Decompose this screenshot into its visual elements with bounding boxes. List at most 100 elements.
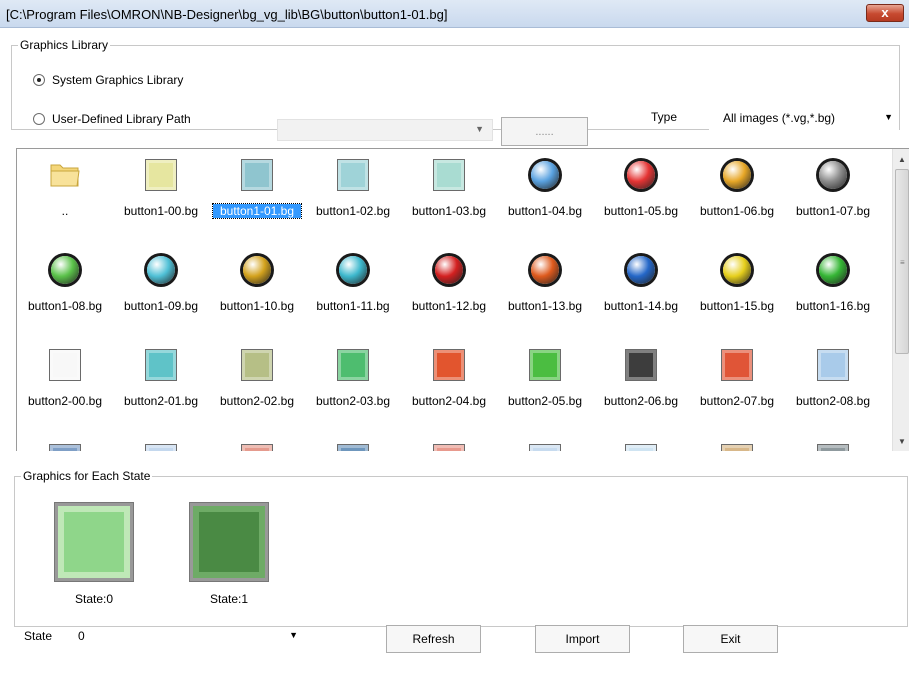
square-button-thumbnail [241,349,273,381]
round-button-thumbnail [531,161,559,189]
file-item[interactable]: button2-05.bg [497,339,593,434]
file-item[interactable]: button2-04.bg [401,339,497,434]
file-item[interactable]: button1-04.bg [497,149,593,244]
square-button-thumbnail [625,444,657,451]
file-item[interactable]: button1-14.bg [593,244,689,339]
library-path-select[interactable]: ▼ [277,119,493,141]
state-0-preview[interactable] [54,502,134,582]
file-label: button1-04.bg [507,204,583,218]
square-button-thumbnail [817,349,849,381]
browse-button[interactable]: ...... [501,117,588,146]
round-button-thumbnail [243,256,271,284]
chevron-down-icon: ▼ [475,124,484,134]
square-button-thumbnail [433,159,465,191]
square-button-thumbnail [145,444,177,451]
round-button-thumbnail [627,161,655,189]
system-library-option[interactable]: System Graphics Library [33,73,183,87]
square-button-thumbnail [433,349,465,381]
file-item[interactable]: button2-02.bg [209,339,305,434]
scrollbar-grip-icon: ≡ [900,258,905,267]
file-item[interactable] [785,434,881,451]
round-button-thumbnail [819,256,847,284]
file-item[interactable]: button1-01.bg [209,149,305,244]
refresh-button[interactable]: Refresh [386,625,481,653]
file-item[interactable] [305,434,401,451]
file-item[interactable]: button1-13.bg [497,244,593,339]
state-1-item[interactable]: State:1 [189,502,285,612]
file-item[interactable] [593,434,689,451]
file-label: button1-14.bg [603,299,679,313]
vertical-scrollbar[interactable]: ▲ ≡ ▼ [892,149,909,451]
file-item[interactable]: button1-08.bg [17,244,113,339]
state-graphics-group: Graphics for Each State State:0 State:1 [14,469,908,627]
system-library-label: System Graphics Library [52,73,184,87]
graphics-library-group: Graphics Library System Graphics Library… [11,38,900,146]
file-label: button1-16.bg [795,299,871,313]
file-label: button1-11.bg [316,299,390,313]
dialog-body: Graphics Library System Graphics Library… [0,28,909,700]
square-button-thumbnail [241,444,273,451]
state-1-preview[interactable] [189,502,269,582]
file-item[interactable]: button1-15.bg [689,244,785,339]
exit-button[interactable]: Exit [683,625,778,653]
scroll-up-arrow-icon[interactable]: ▲ [898,155,906,164]
square-button-thumbnail [241,159,273,191]
parent-folder-item[interactable]: .. [17,149,113,244]
file-item[interactable]: button1-12.bg [401,244,497,339]
state-value: 0 [78,629,85,643]
file-label: button1-02.bg [315,204,391,218]
scroll-down-arrow-icon[interactable]: ▼ [898,437,906,446]
file-item[interactable] [497,434,593,451]
state-1-label: State:1 [209,592,249,606]
file-item[interactable]: button1-16.bg [785,244,881,339]
file-item[interactable]: button2-06.bg [593,339,689,434]
file-item[interactable]: button2-01.bg [113,339,209,434]
file-item[interactable]: button1-07.bg [785,149,881,244]
file-item[interactable]: button1-05.bg [593,149,689,244]
file-item[interactable] [689,434,785,451]
file-item[interactable]: button1-06.bg [689,149,785,244]
round-button-thumbnail [339,256,367,284]
import-button[interactable]: Import [535,625,630,653]
file-item[interactable]: button1-00.bg [113,149,209,244]
file-item[interactable] [401,434,497,451]
state-0-label: State:0 [74,592,114,606]
window-title: [C:\Program Files\OMRON\NB-Designer\bg_v… [6,7,448,22]
file-item[interactable]: button2-03.bg [305,339,401,434]
round-button-thumbnail [723,256,751,284]
file-item[interactable]: button1-10.bg [209,244,305,339]
file-label: button1-06.bg [699,204,775,218]
file-browser[interactable]: .. button1-00.bg button1-01.bg button1-02.b… [16,148,909,451]
user-library-option[interactable]: User-Defined Library Path [33,112,191,126]
close-button[interactable]: x [866,4,904,22]
square-button-thumbnail [145,349,177,381]
file-label: button1-08.bg [27,299,103,313]
file-item[interactable] [17,434,113,451]
user-library-radio[interactable] [33,113,45,125]
file-item[interactable] [113,434,209,451]
file-item[interactable]: button2-08.bg [785,339,881,434]
file-label: button2-03.bg [315,394,391,408]
square-button-thumbnail [337,159,369,191]
file-item[interactable]: button1-02.bg [305,149,401,244]
title-bar: [C:\Program Files\OMRON\NB-Designer\bg_v… [0,0,909,28]
file-item[interactable]: button1-09.bg [113,244,209,339]
file-item[interactable]: button1-11.bg [305,244,401,339]
file-label: button1-15.bg [699,299,775,313]
round-button-thumbnail [435,256,463,284]
square-button-thumbnail [145,159,177,191]
graphics-library-legend: Graphics Library [20,38,109,52]
file-item[interactable]: button2-07.bg [689,339,785,434]
state-0-item[interactable]: State:0 [54,502,150,612]
scrollbar-thumb[interactable]: ≡ [895,169,909,354]
state-select[interactable]: 0 ▼ [70,626,302,646]
file-item[interactable]: button1-03.bg [401,149,497,244]
round-button-thumbnail [51,256,79,284]
file-item[interactable] [209,434,305,451]
file-item[interactable]: button2-00.bg [17,339,113,434]
square-button-thumbnail [49,444,81,451]
type-select[interactable]: All images (*.vg,*.bg) ▼ [709,108,899,130]
chevron-down-icon: ▼ [289,630,298,640]
file-label: button2-05.bg [507,394,583,408]
system-library-radio[interactable] [33,74,45,86]
